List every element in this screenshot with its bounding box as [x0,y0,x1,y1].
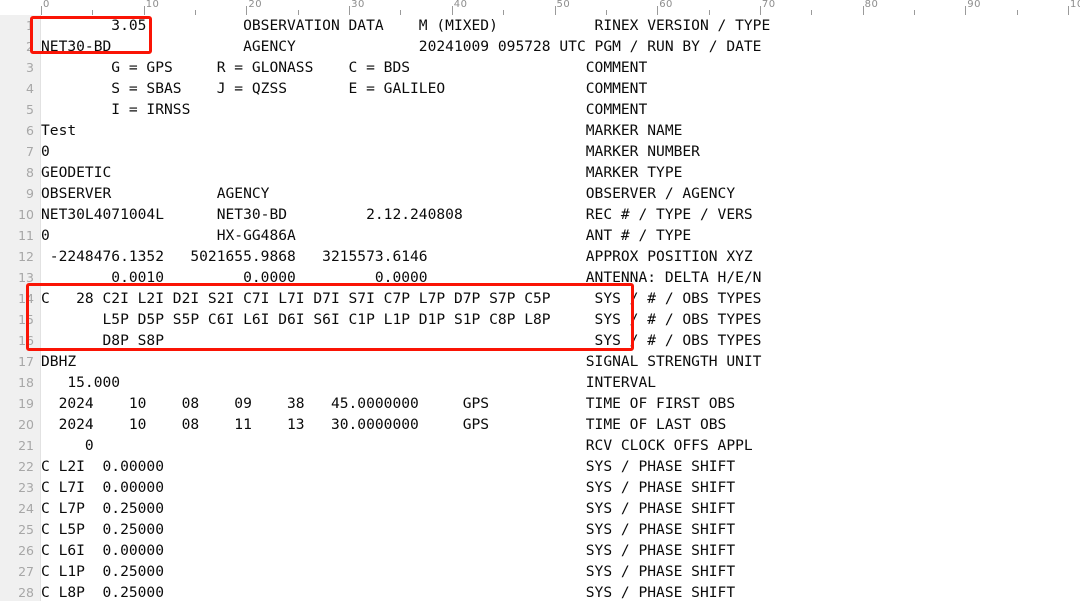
line-number: 23 [18,480,34,495]
line-number: 11 [18,228,34,243]
ruler-label: 90 [967,0,982,10]
line-number: 26 [18,543,34,558]
code-line[interactable]: 0 HX-GG486A ANT # / TYPE [41,225,1080,246]
ruler-tick [246,6,247,15]
ruler-tick [41,6,42,15]
code-line[interactable]: 15.000 INTERVAL [41,372,1080,393]
code-line[interactable]: C L2I 0.00000 SYS / PHASE SHIFT [41,456,1080,477]
ruler-tick [965,6,966,15]
ruler-tick [760,6,761,15]
line-number: 19 [18,396,34,411]
ruler-tick [1068,6,1069,15]
code-line[interactable]: 0.0010 0.0000 0.0000 ANTENNA: DELTA H/E/… [41,267,1080,288]
line-number: 6 [26,123,34,138]
code-line[interactable]: DBHZ SIGNAL STRENGTH UNIT [41,351,1080,372]
line-number: 17 [18,354,34,369]
column-ruler: 0 10 20 30 40 50 60 70 80 90 100 [0,0,1080,16]
code-line[interactable]: C L1P 0.25000 SYS / PHASE SHIFT [41,561,1080,582]
code-line[interactable]: C L8P 0.25000 SYS / PHASE SHIFT [41,582,1080,601]
document-text-area[interactable]: 3.05 OBSERVATION DATA M (MIXED) RINEX VE… [41,15,1080,601]
line-number: 15 [18,312,34,327]
line-number: 7 [26,144,34,159]
line-number: 25 [18,522,34,537]
line-number: 2 [26,39,34,54]
line-number: 12 [18,249,34,264]
line-number: 21 [18,438,34,453]
line-number: 8 [26,165,34,180]
code-line[interactable]: S = SBAS J = QZSS E = GALILEO COMMENT [41,78,1080,99]
code-line[interactable]: 3.05 OBSERVATION DATA M (MIXED) RINEX VE… [41,15,1080,36]
ruler-label: 10 [145,0,160,10]
code-line[interactable]: C L7P 0.25000 SYS / PHASE SHIFT [41,498,1080,519]
line-number: 1 [26,18,34,33]
line-number: 5 [26,102,34,117]
code-line[interactable]: L5P D5P S5P C6I L6I D6I S6I C1P L1P D1P … [41,309,1080,330]
line-number: 16 [18,333,34,348]
rinex-header-viewer: 0102030405060708090100 12345678910111213… [0,0,1080,601]
line-number: 3 [26,60,34,75]
ruler-label: 50 [556,0,571,10]
line-number: 4 [26,81,34,96]
line-number: 18 [18,375,34,390]
code-line[interactable]: D8P S8P SYS / # / OBS TYPES [41,330,1080,351]
code-line[interactable]: C 28 C2I L2I D2I S2I C7I L7I D7I S7I C7P… [41,288,1080,309]
line-number: 14 [18,291,34,306]
code-line[interactable]: OBSERVER AGENCY OBSERVER / AGENCY [41,183,1080,204]
code-line[interactable]: G = GPS R = GLONASS C = BDS COMMENT [41,57,1080,78]
code-line[interactable]: C L6I 0.00000 SYS / PHASE SHIFT [41,540,1080,561]
ruler-label: 80 [864,0,879,10]
code-line[interactable]: NET30-BD AGENCY 20241009 095728 UTC PGM … [41,36,1080,57]
ruler-label: 20 [248,0,263,10]
code-line[interactable]: 0 RCV CLOCK OFFS APPL [41,435,1080,456]
line-number: 24 [18,501,34,516]
ruler-tick [349,6,350,15]
ruler-label: 60 [659,0,673,10]
line-number: 10 [18,207,34,222]
line-number: 28 [18,585,34,600]
line-number: 22 [18,459,34,474]
code-line[interactable]: GEODETIC MARKER TYPE [41,162,1080,183]
code-line[interactable]: Test MARKER NAME [41,120,1080,141]
ruler-label: 30 [351,0,365,10]
line-number-gutter: 1 2 3 4 5 6 7 8 9 10 11 12 13 14 15 16 17 18 19 20 21 22 23 24 2… [0,15,41,601]
ruler-label: 40 [453,0,468,10]
code-line[interactable]: -2248476.1352 5021655.9868 3215573.6146 … [41,246,1080,267]
ruler-label: 70 [761,0,776,10]
code-line[interactable]: NET30L4071004L NET30-BD 2.12.240808 REC … [41,204,1080,225]
line-number: 13 [18,270,34,285]
ruler-label: 100 [1070,0,1080,10]
ruler-tick [657,6,658,15]
ruler-label: 0 [43,0,50,10]
line-number: 27 [18,564,34,579]
code-line[interactable]: 2024 10 08 11 13 30.0000000 GPS TIME OF … [41,414,1080,435]
line-number: 20 [18,417,34,432]
code-line[interactable]: I = IRNSS COMMENT [41,99,1080,120]
code-line[interactable]: 2024 10 08 09 38 45.0000000 GPS TIME OF … [41,393,1080,414]
line-number: 9 [26,186,34,201]
code-line[interactable]: 0 MARKER NUMBER [41,141,1080,162]
code-line[interactable]: C L7I 0.00000 SYS / PHASE SHIFT [41,477,1080,498]
code-line[interactable]: C L5P 0.25000 SYS / PHASE SHIFT [41,519,1080,540]
